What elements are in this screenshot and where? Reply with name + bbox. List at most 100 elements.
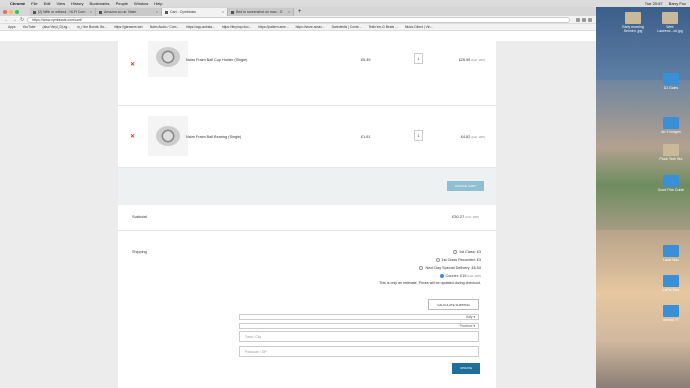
bookmark-item[interactable]: Naim Audio / Com...: [150, 25, 179, 29]
desktop-drive[interactable]: LaCie Mac: [657, 275, 685, 292]
menu-app-name[interactable]: Chrome: [10, 1, 25, 6]
desktop-folder[interactable]: Air 2 Images: [657, 117, 685, 134]
bookmark-item[interactable]: https://app.anksta...: [186, 25, 215, 29]
desktop-file[interactable]: Early morning Sennen..jpg: [619, 12, 647, 33]
shipping-label: Shipping: [132, 250, 147, 254]
desktop-drive[interactable]: Lacie Mac: [657, 245, 685, 262]
menubar-user[interactable]: Barry Fox: [669, 1, 686, 6]
desktop-folder[interactable]: DJ Gales: [657, 73, 685, 90]
forward-icon[interactable]: →: [12, 17, 17, 23]
back-icon[interactable]: ←: [4, 17, 9, 23]
desktop-file[interactable]: Plock Tech Bur: [657, 144, 685, 161]
product-name[interactable]: Naim Fraim Ball Bearing (Single): [186, 135, 241, 139]
province-value: Province: [459, 324, 473, 328]
url-field[interactable]: https://www.cymbiosis.com/cart/: [27, 16, 570, 23]
update-shipping-button[interactable]: UPDATE: [452, 363, 480, 374]
menu-bookmarks[interactable]: Bookmarks: [90, 1, 110, 6]
desktop-folder-label: Air 2 Images: [661, 130, 681, 134]
bookmark-item[interactable]: https://pattern.ame...: [258, 25, 288, 29]
close-tab-icon[interactable]: ×: [288, 10, 290, 14]
radio-button[interactable]: [453, 250, 458, 254]
calculate-shipping-button[interactable]: CALCULATE SHIPPING: [428, 299, 479, 310]
product-price: £6.49: [361, 58, 371, 62]
menu-edit[interactable]: Edit: [44, 1, 51, 6]
bookmark-item[interactable]: (also Vinyl_Dj ag...: [42, 25, 69, 29]
desktop-file[interactable]: Web Lawrenc...ok.jpg: [656, 12, 684, 33]
desktop-folder-label: DJ Gales: [663, 86, 679, 90]
desktop-folder[interactable]: Good Film Guide: [657, 175, 685, 192]
bookmark-item[interactable]: Music Direct | Vin...: [405, 25, 433, 29]
shipping-option[interactable]: 1st Class Recorded: £3: [435, 258, 481, 262]
bookmark-item[interactable]: Daredevils | Conte...: [332, 25, 362, 29]
radio-button[interactable]: [419, 266, 424, 270]
toolbar-extensions: [574, 17, 592, 22]
remove-item-icon[interactable]: ✕: [130, 61, 135, 68]
province-select[interactable]: Province ▾: [239, 323, 479, 329]
tab-hifi[interactable]: (2) With or without - Hi-Fi Corn ×: [30, 8, 96, 16]
subtotal-amount: £30.27 (incl. VAT): [452, 214, 479, 219]
bookmark-item[interactable]: https://tinyriop.dux...: [222, 25, 252, 29]
country-select[interactable]: Italy ▾: [239, 314, 479, 320]
desktop-folder-label: Good Film Guide: [657, 188, 685, 192]
remove-item-icon[interactable]: ✕: [130, 133, 135, 140]
close-tab-icon[interactable]: ×: [222, 10, 224, 14]
product-name[interactable]: Naim Fraim Ball Cup Holder (Single): [186, 58, 247, 62]
menu-help[interactable]: Help: [154, 1, 162, 6]
radio-button[interactable]: [435, 258, 440, 262]
tab-cart[interactable]: Cart - Cymbiosis ×: [162, 8, 228, 16]
cart-row: Naim Fraim Ball Cup Holder (Single) £6.4…: [118, 41, 496, 106]
tab-amazon[interactable]: Amazon.co.uk: Naim ×: [96, 8, 162, 16]
menu-file[interactable]: File: [31, 1, 37, 6]
close-tab-icon[interactable]: ×: [156, 10, 158, 14]
reload-icon[interactable]: ↻: [20, 17, 24, 23]
vat-note: (incl. VAT): [471, 135, 485, 139]
close-tab-icon[interactable]: ×: [90, 10, 92, 14]
bookmark-item[interactable]: https://gbrasers.we/: [114, 25, 143, 29]
macos-menubar: Chrome File Edit View History Bookmarks …: [0, 0, 690, 7]
vat-note: (incl. VAT): [465, 215, 479, 219]
shipping-option[interactable]: 1st Class: £3: [453, 250, 481, 254]
radio-button-selected[interactable]: [439, 274, 444, 278]
postcode-input[interactable]: Postcode / ZIP: [239, 346, 479, 357]
cart-content: Naim Fraim Ball Cup Holder (Single) £6.4…: [118, 41, 496, 388]
image-file-icon: [662, 12, 678, 24]
desktop-drive-label: Lacie Mac: [663, 258, 679, 262]
zoom-window-icon[interactable]: [15, 10, 19, 14]
bookmark-item[interactable]: Tekin'em G Beats ...: [368, 25, 397, 29]
update-cart-button[interactable]: UPDATE CART: [447, 181, 484, 191]
star-icon[interactable]: [576, 17, 580, 22]
shipping-estimate-note: This is only an estimate. Prices will be…: [379, 281, 481, 285]
city-input[interactable]: Town / City: [239, 331, 479, 342]
bookmarks-bar: Apps YouTube (also Vinyl_Dj ag... m_r th…: [0, 24, 596, 31]
product-image[interactable]: [148, 116, 188, 156]
tab-google[interactable]: Bed to screenshot on mac - G ×: [228, 8, 294, 16]
menu-icon[interactable]: [588, 17, 592, 22]
bookmark-item[interactable]: YouTube: [23, 25, 36, 29]
shipping-option[interactable]: Courier: £15 (incl. VAT): [439, 274, 481, 278]
desktop-folder[interactable]: Amelia YT: [657, 305, 685, 322]
drive-icon: [663, 275, 679, 287]
quantity-input[interactable]: 1: [414, 53, 423, 64]
shipping-option[interactable]: Next Day Special Delivery: £6.54: [419, 266, 481, 270]
vat-note: (incl. VAT): [471, 58, 485, 62]
product-image[interactable]: [148, 41, 188, 77]
shipping-option-label: Courier: £15: [445, 274, 467, 278]
menubar-clock[interactable]: Tue 20:57: [645, 1, 663, 6]
tab-label: Amazon.co.uk: Naim: [104, 10, 137, 14]
line-total: £25.95 (incl. VAT): [459, 58, 485, 62]
quantity-input[interactable]: 1: [414, 130, 423, 141]
minimize-window-icon[interactable]: [9, 10, 13, 14]
menu-view[interactable]: View: [56, 1, 65, 6]
close-window-icon[interactable]: [3, 10, 7, 14]
menu-window[interactable]: Window: [134, 1, 148, 6]
bookmark-item[interactable]: m_r the Bonds: Bo...: [77, 25, 107, 29]
chevron-down-icon: ▾: [473, 324, 475, 328]
desktop-file-label: Early morning Sennen..jpg: [622, 25, 644, 33]
menu-people[interactable]: People: [116, 1, 128, 6]
bookmark-item[interactable]: https://store.amaz...: [296, 25, 325, 29]
new-tab-icon[interactable]: +: [298, 8, 302, 16]
bookmark-item[interactable]: Apps: [8, 25, 16, 29]
menu-history[interactable]: History: [71, 1, 83, 6]
extension-icon[interactable]: [582, 17, 586, 22]
folder-icon: [663, 117, 679, 129]
